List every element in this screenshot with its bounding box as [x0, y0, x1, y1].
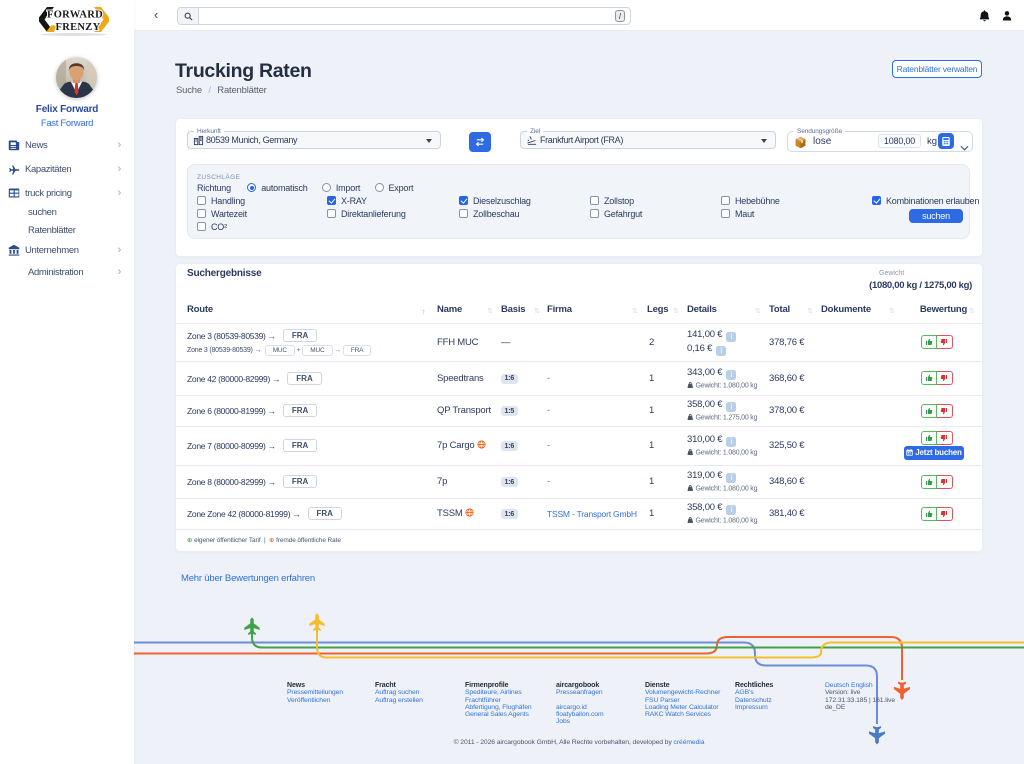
svg-text:FORWARD: FORWARD — [47, 10, 103, 21]
svg-text:FRENZY: FRENZY — [56, 22, 101, 33]
